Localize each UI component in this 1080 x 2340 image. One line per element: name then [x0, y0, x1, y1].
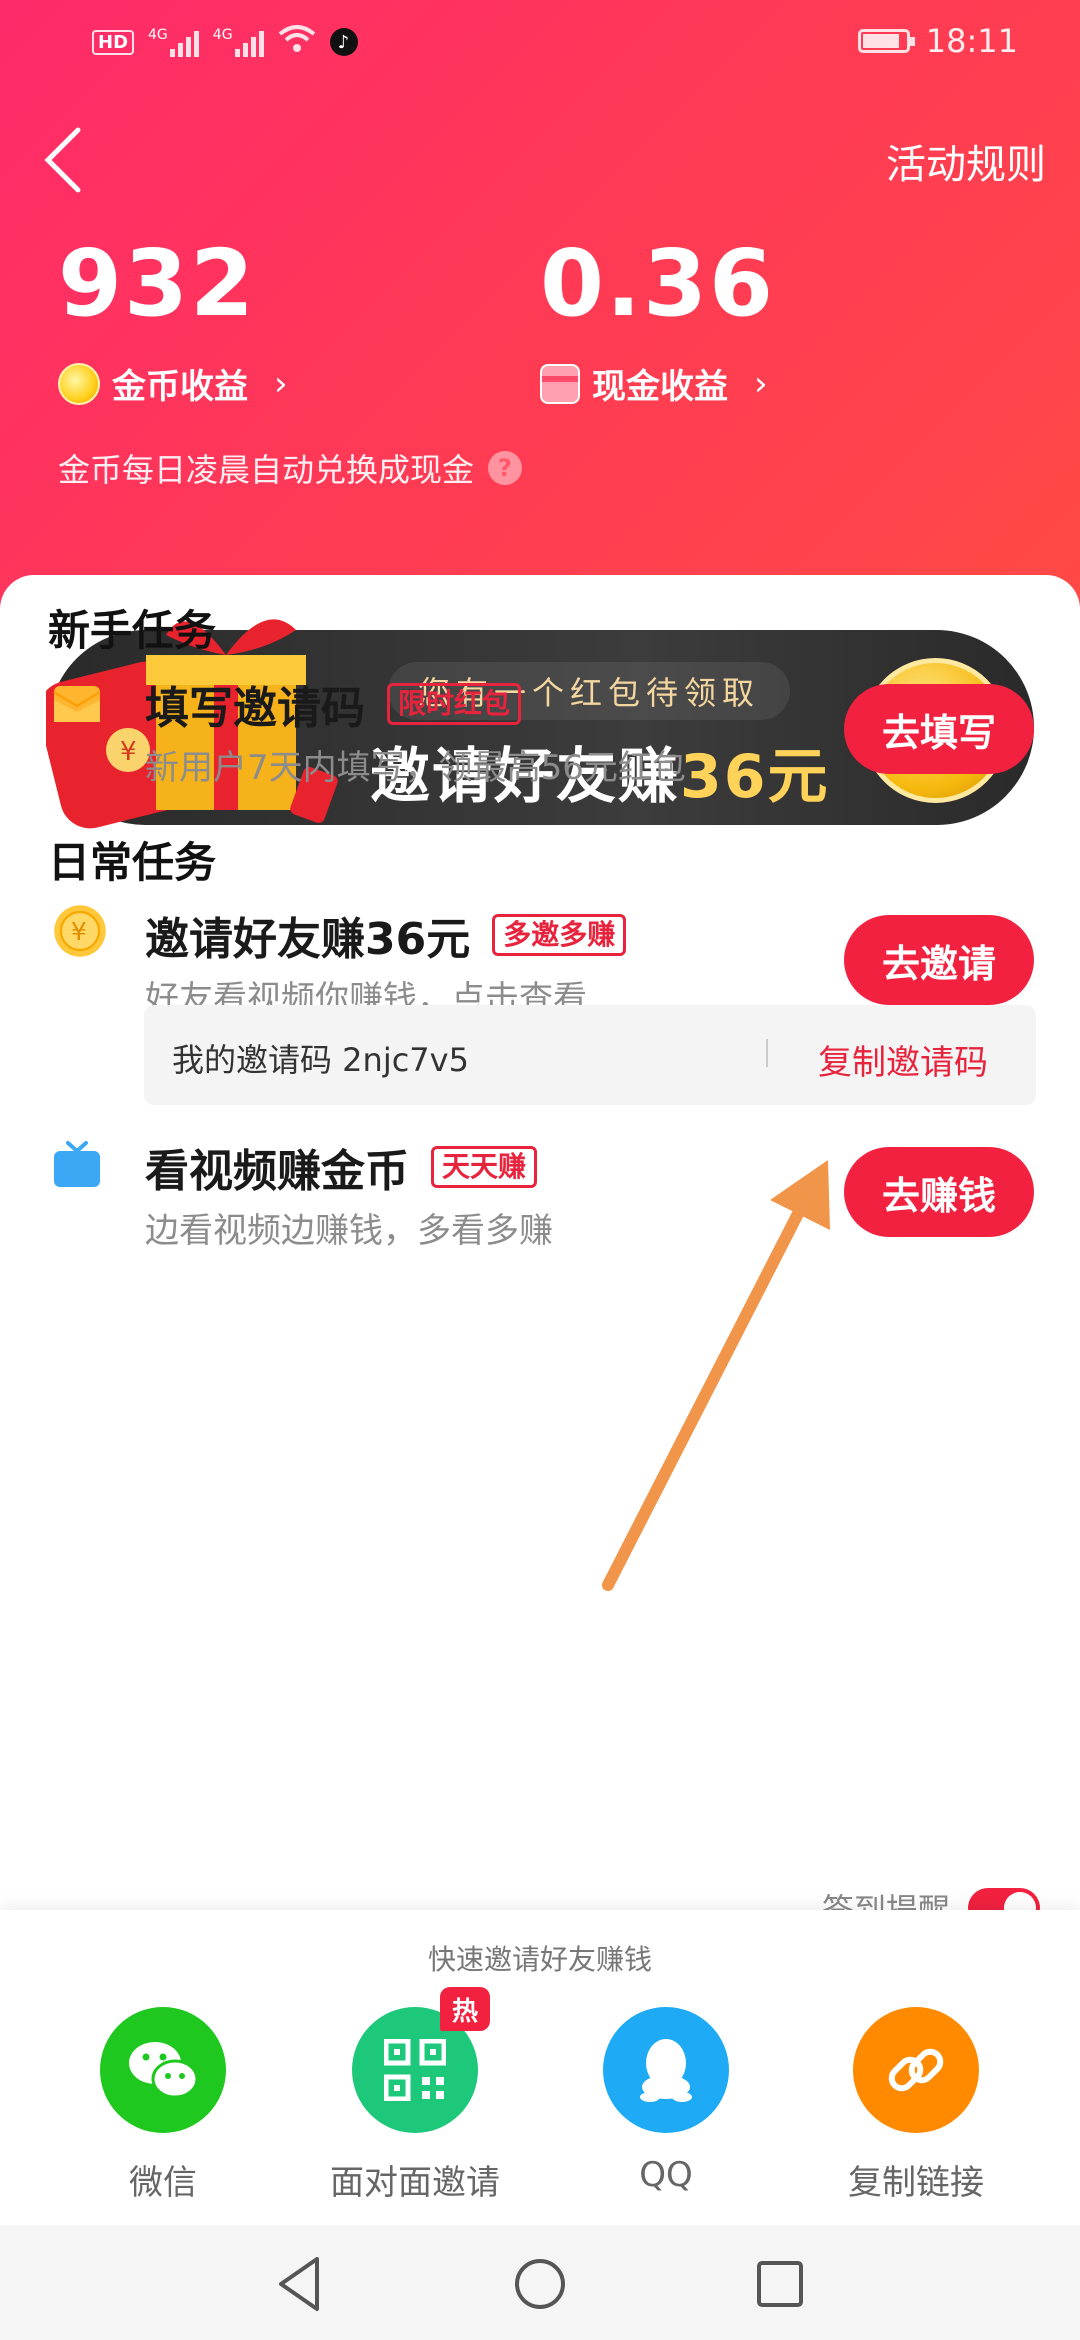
activity-rules-link[interactable]: 活动规则 [886, 132, 1046, 190]
share-qq[interactable]: QQ [556, 2007, 776, 2195]
svg-text:¥: ¥ [71, 917, 87, 946]
coin-earnings[interactable]: 932 金币收益 › [58, 230, 288, 408]
share-label: QQ [639, 2155, 693, 2195]
envelope-icon [53, 686, 101, 722]
signal-icon: 4G [213, 27, 264, 57]
yuan-coin-icon: ¥ [54, 905, 106, 957]
share-face-to-face[interactable]: 热 面对面邀请 [305, 1987, 525, 2204]
back-button[interactable] [38, 120, 98, 200]
invite-code-box: 我的邀请码 2njc7v5 复制邀请码 [144, 1005, 1036, 1105]
task-tag: 多邀多赚 [492, 914, 627, 956]
task-title: 看视频赚金币 天天赚 [145, 1135, 538, 1199]
invite-button[interactable]: 去邀请 [844, 915, 1034, 1005]
task-title: 填写邀请码 限时红包 [145, 672, 522, 736]
share-title: 快速邀请好友赚钱 [427, 1943, 652, 1976]
task-desc: 边看视频边赚钱，多看多赚 [145, 1211, 553, 1251]
fill-code-button[interactable]: 去填写 [844, 684, 1034, 774]
battery-icon [857, 29, 915, 53]
chevron-left-icon [44, 127, 81, 193]
nav-home-icon[interactable] [505, 2249, 575, 2319]
link-icon [853, 2007, 979, 2133]
tv-icon [54, 1141, 100, 1187]
section-title-daily: 日常任务 [48, 838, 217, 887]
cash-label: 现金收益 [592, 367, 728, 407]
wifi-icon [278, 24, 316, 60]
nav-back-icon[interactable] [265, 2249, 335, 2319]
share-label: 面对面邀请 [330, 2163, 500, 2203]
task-tag: 天天赚 [431, 1146, 538, 1188]
cash-value: 0.36 [540, 230, 775, 337]
nav-recents-icon[interactable] [745, 2249, 815, 2319]
qr-code-icon: 热 [352, 1987, 490, 2133]
coin-value: 932 [58, 230, 257, 337]
tiktok-icon: ♪ [329, 28, 358, 56]
task-fill-invite-code: 填写邀请码 限时红包 新用户7天内填写，领最高56元红包 去填写 [0, 672, 1080, 822]
chevron-right-icon: › [754, 363, 768, 404]
cash-earnings[interactable]: 0.36 现金收益 › [540, 230, 775, 408]
share-label: 复制链接 [848, 2163, 984, 2203]
system-nav-bar [0, 2225, 1080, 2340]
clock: 18:11 [925, 22, 1018, 60]
task-watch-videos: 看视频赚金币 天天赚 边看视频边赚钱，多看多赚 去赚钱 [0, 1135, 1080, 1285]
task-tag: 限时红包 [387, 683, 522, 725]
share-label: 微信 [129, 2163, 197, 2203]
hot-badge: 热 [440, 1987, 490, 2031]
chevron-right-icon: › [274, 363, 288, 404]
auto-exchange-note: 金币每日凌晨自动兑换成现金 ? [58, 445, 523, 491]
task-title: 邀请好友赚36元 多邀多赚 [145, 903, 627, 967]
wechat-icon [100, 2007, 226, 2133]
share-sheet: 快速邀请好友赚钱 微信 热 面对面邀请 QQ 复制链接 [0, 1910, 1080, 2225]
wallet-icon [540, 363, 580, 404]
annotation-arrow-icon [602, 1160, 830, 1591]
divider [766, 1039, 768, 1067]
qq-penguin-icon [603, 2007, 729, 2133]
section-title-newbie: 新手任务 [48, 606, 217, 655]
status-icons: HD 4G 4G ♪ [92, 24, 358, 60]
earn-money-button[interactable]: 去赚钱 [844, 1147, 1034, 1237]
copy-invite-code-button[interactable]: 复制邀请码 [818, 1035, 988, 1084]
coin-label: 金币收益 [112, 367, 248, 407]
status-bar: HD 4G 4G ♪ 18:11 [0, 0, 1080, 90]
share-copy-link[interactable]: 复制链接 [806, 2007, 1026, 2204]
help-icon[interactable]: ? [488, 451, 523, 485]
signal-icon: 4G [148, 27, 199, 57]
hd-icon: HD [92, 29, 135, 55]
status-right: 18:11 [857, 22, 1018, 60]
invite-code-text: 我的邀请码 2njc7v5 [172, 1041, 469, 1079]
task-desc: 新用户7天内填写，领最高56元红包 [145, 748, 686, 788]
share-wechat[interactable]: 微信 [53, 2007, 273, 2204]
header: HD 4G 4G ♪ 18:11 活动规则 932 金币收益 › 0.36 现金… [0, 0, 1080, 640]
gold-coin-icon [58, 362, 100, 405]
